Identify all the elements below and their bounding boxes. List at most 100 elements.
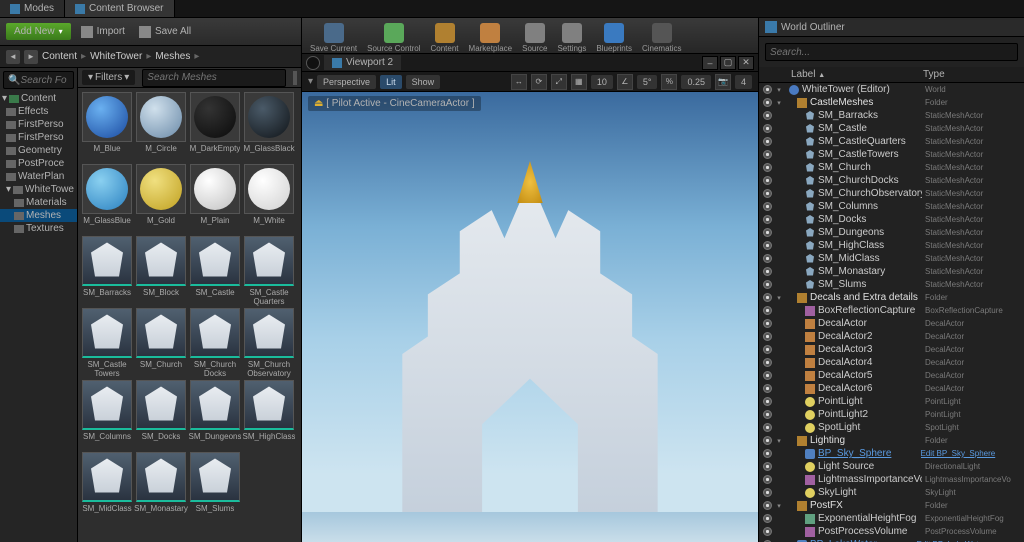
outliner-row[interactable]: BP_Sky_SphereEdit BP_Sky_Sphere xyxy=(759,447,1024,460)
visibility-icon[interactable] xyxy=(763,488,772,497)
asset-search[interactable] xyxy=(142,69,286,87)
tab-modes[interactable]: Modes xyxy=(0,0,65,17)
asset-tile[interactable]: SM_Church Observatory xyxy=(244,308,294,378)
visibility-icon[interactable] xyxy=(763,397,772,406)
visibility-icon[interactable] xyxy=(763,462,772,471)
toolbar-source-control-button[interactable]: Source Control xyxy=(367,23,420,53)
tree-item[interactable]: Geometry xyxy=(0,144,77,157)
expand-icon[interactable]: ▾ xyxy=(775,294,783,302)
visibility-icon[interactable] xyxy=(763,475,772,484)
import-button[interactable]: Import xyxy=(77,24,129,40)
toolbar-blueprints-button[interactable]: Blueprints xyxy=(596,23,632,53)
asset-tile[interactable]: SM_MidClass xyxy=(82,452,132,522)
outliner-row[interactable]: SM_MidClassStaticMeshActor xyxy=(759,252,1024,265)
visibility-icon[interactable] xyxy=(763,98,772,107)
visibility-icon[interactable] xyxy=(763,150,772,159)
tree-item[interactable]: Effects xyxy=(0,105,77,118)
expand-icon[interactable]: ▾ xyxy=(775,437,783,445)
tree-item[interactable]: Meshes xyxy=(0,209,77,222)
asset-tile[interactable]: M_GlassBlack xyxy=(244,92,294,162)
outliner-row[interactable]: SM_CastleTowersStaticMeshActor xyxy=(759,148,1024,161)
visibility-icon[interactable] xyxy=(763,215,772,224)
visibility-icon[interactable] xyxy=(763,332,772,341)
close-button[interactable]: ✕ xyxy=(738,56,754,70)
asset-tile[interactable]: SM_HighClass xyxy=(244,380,294,450)
outliner-row[interactable]: ▾PostFXFolder xyxy=(759,499,1024,512)
visibility-icon[interactable] xyxy=(763,176,772,185)
world-outliner-tab[interactable]: World Outliner xyxy=(759,18,1024,37)
outliner-row[interactable]: SM_CastleQuartersStaticMeshActor xyxy=(759,135,1024,148)
add-new-button[interactable]: Add New xyxy=(6,23,71,40)
outliner-row[interactable]: SM_MonastaryStaticMeshActor xyxy=(759,265,1024,278)
camera-speed-value[interactable]: 4 xyxy=(735,75,752,89)
col-type[interactable]: Type xyxy=(923,69,1018,80)
tree-item[interactable]: FirstPerso xyxy=(0,118,77,131)
lit-button[interactable]: Lit xyxy=(380,75,402,89)
outliner-row[interactable]: ExponentialHeightFogExponentialHeightFog xyxy=(759,512,1024,525)
asset-tile[interactable]: SM_Columns xyxy=(82,380,132,450)
outliner-row[interactable]: LightmassImportanceVolumeLightmassImport… xyxy=(759,473,1024,486)
viewport[interactable]: ⏏ [ Pilot Active - CineCameraActor ] xyxy=(302,92,758,542)
toolbar-marketplace-button[interactable]: Marketplace xyxy=(469,23,513,53)
outliner-row[interactable]: SM_DungeonsStaticMeshActor xyxy=(759,226,1024,239)
toolbar-cinematics-button[interactable]: Cinematics xyxy=(642,23,682,53)
scale-snap-value[interactable]: 0.25 xyxy=(681,75,711,89)
tree-item[interactable]: ▾ WhiteTowe xyxy=(0,183,77,196)
asset-tile[interactable]: SM_Monastary xyxy=(136,452,186,522)
outliner-row[interactable]: PointLightPointLight xyxy=(759,395,1024,408)
asset-search-input[interactable] xyxy=(147,72,281,83)
visibility-icon[interactable] xyxy=(763,527,772,536)
outliner-row[interactable]: SM_CastleStaticMeshActor xyxy=(759,122,1024,135)
outliner-row[interactable]: SkyLightSkyLight xyxy=(759,486,1024,499)
asset-tile[interactable]: SM_Block xyxy=(136,236,186,306)
crumb##2[interactable]: Meshes xyxy=(155,51,190,62)
outliner-row[interactable]: SM_ChurchObservatoryStaticMeshActor xyxy=(759,187,1024,200)
visibility-icon[interactable] xyxy=(763,267,772,276)
nav-fwd-button[interactable]: ► xyxy=(24,50,38,64)
nav-back-button[interactable]: ◄ xyxy=(6,50,20,64)
visibility-icon[interactable] xyxy=(763,423,772,432)
visibility-icon[interactable] xyxy=(763,163,772,172)
camera-speed-icon[interactable]: 📷 xyxy=(715,74,731,90)
visibility-icon[interactable] xyxy=(763,449,772,458)
asset-tile[interactable]: M_Plain xyxy=(190,164,240,234)
tree-item[interactable]: Textures xyxy=(0,222,77,235)
expand-icon[interactable]: ▾ xyxy=(775,99,783,107)
visibility-icon[interactable] xyxy=(763,241,772,250)
outliner-row[interactable]: ▾WhiteTower (Editor)World xyxy=(759,83,1024,96)
tree-item[interactable]: WaterPlan xyxy=(0,170,77,183)
outliner-row[interactable]: DecalActorDecalActor xyxy=(759,317,1024,330)
outliner-row[interactable]: SpotLightSpotLight xyxy=(759,421,1024,434)
visibility-icon[interactable] xyxy=(763,358,772,367)
tree-item[interactable]: Materials xyxy=(0,196,77,209)
outliner-row[interactable]: DecalActor4DecalActor xyxy=(759,356,1024,369)
angle-snap-value[interactable]: 5° xyxy=(637,75,658,89)
outliner-row[interactable]: SM_ChurchDocksStaticMeshActor xyxy=(759,174,1024,187)
outliner-row[interactable]: DecalActor6DecalActor xyxy=(759,382,1024,395)
grid-snap-value[interactable]: 10 xyxy=(591,75,613,89)
visibility-icon[interactable] xyxy=(763,319,772,328)
filters-button[interactable]: ▾ Filters ▾ xyxy=(82,70,135,85)
expand-icon[interactable]: ▾ xyxy=(775,86,783,94)
angle-snap-icon[interactable]: ∠ xyxy=(617,74,633,90)
outliner-row[interactable]: ▾LightingFolder xyxy=(759,434,1024,447)
toolbar-source-button[interactable]: Source xyxy=(522,23,547,53)
asset-tile[interactable]: M_DarkEmpty xyxy=(190,92,240,162)
outliner-row[interactable]: SM_ChurchStaticMeshActor xyxy=(759,161,1024,174)
asset-tile[interactable]: SM_Church Docks xyxy=(190,308,240,378)
asset-tile[interactable]: M_Blue xyxy=(82,92,132,162)
outliner-row[interactable]: ▾CastleMeshesFolder xyxy=(759,96,1024,109)
asset-tile[interactable]: SM_Castle xyxy=(190,236,240,306)
tree-search[interactable]: 🔍 xyxy=(3,71,74,89)
tree-item[interactable]: ▾ Content xyxy=(0,92,77,105)
minimize-button[interactable]: – xyxy=(702,56,718,70)
asset-tile[interactable]: SM_Church xyxy=(136,308,186,378)
visibility-icon[interactable] xyxy=(763,345,772,354)
asset-tile[interactable]: M_Gold xyxy=(136,164,186,234)
visibility-icon[interactable] xyxy=(763,501,772,510)
visibility-icon[interactable] xyxy=(763,293,772,302)
visibility-icon[interactable] xyxy=(763,124,772,133)
viewport-menu-icon[interactable]: ▾ xyxy=(308,76,313,87)
rotate-icon[interactable]: ⟳ xyxy=(531,74,547,90)
toolbar-save-current-button[interactable]: Save Current xyxy=(310,23,357,53)
